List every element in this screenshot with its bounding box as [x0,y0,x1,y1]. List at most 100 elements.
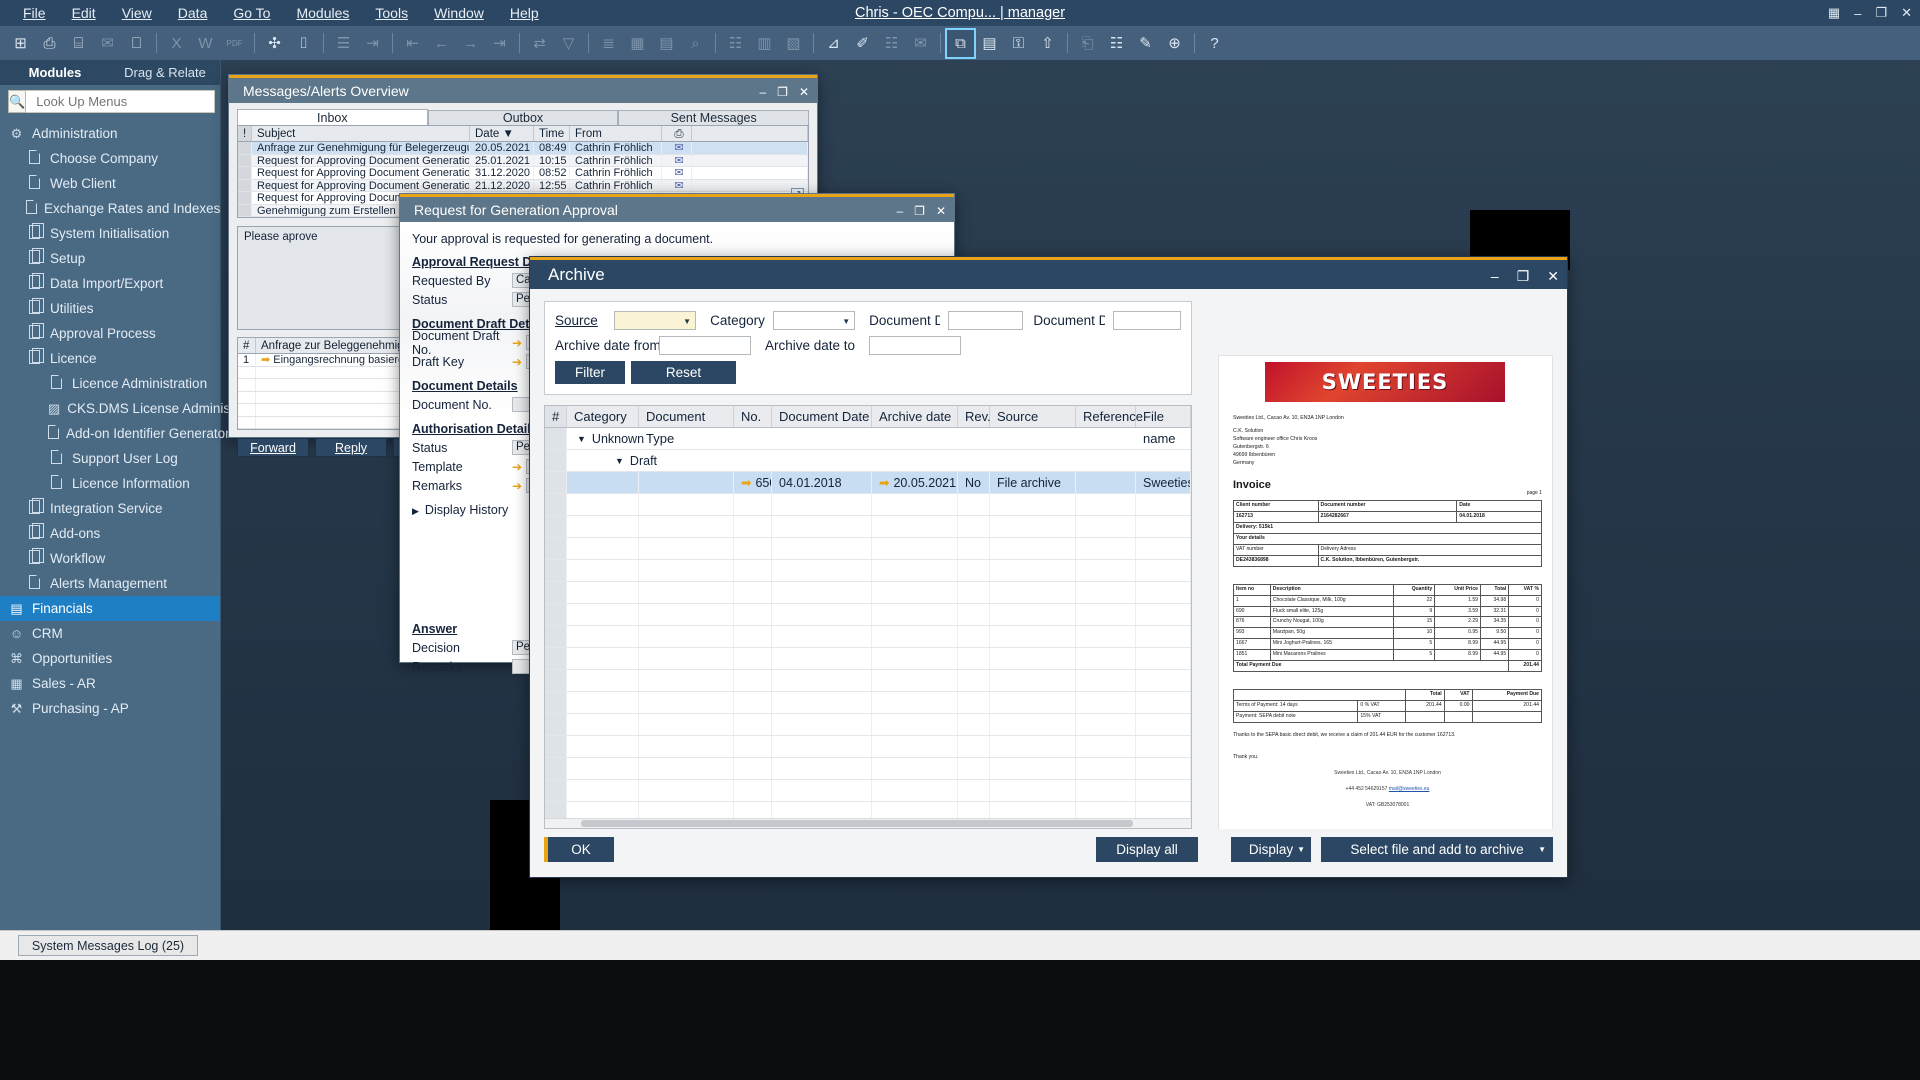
tab-sent-messages[interactable]: Sent Messages [618,110,810,125]
upload-archive-icon[interactable]: ⇧ [1034,30,1061,57]
col-row-number[interactable]: # [545,406,567,427]
table-row[interactable]: Request for Approving Document Generatio… [238,179,808,192]
menu-item-help[interactable]: Help [497,0,552,26]
find-document-icon[interactable]: ⊞ [7,30,34,57]
link-arrow-icon-4[interactable]: ➔ [512,479,522,493]
approval-minimize-icon[interactable]: – [896,204,903,218]
minimize-icon[interactable]: – [1854,6,1861,21]
menu-item-file[interactable]: File [10,0,59,26]
messages-maximize-icon[interactable]: ❐ [777,85,788,99]
archive-date-from-input[interactable] [659,336,751,355]
sidebar-item-crm[interactable]: ☺ CRM [0,621,220,646]
sidebar-item-licence[interactable]: Licence [0,346,220,371]
sidebar-item-alerts-management[interactable]: Alerts Management [0,571,220,596]
display-all-button[interactable]: Display all [1096,837,1198,862]
table-row[interactable]: Request for Approving Document Generatio… [238,154,808,167]
col-no[interactable]: No. [734,406,772,427]
col-time[interactable]: Time [534,126,570,141]
sidebar-item-opportunities[interactable]: ⌘ Opportunities [0,646,220,671]
restore-grid-icon[interactable]: ▦ [1828,5,1840,21]
archive-minimize-icon[interactable]: – [1491,268,1499,284]
col-date[interactable]: Date ▼ [470,126,534,141]
col-document-type[interactable]: Document Type [639,406,734,446]
archive-maximize-icon[interactable]: ❐ [1517,268,1530,285]
tab-modules[interactable]: Modules [0,60,110,85]
print-icon[interactable]: ⎙ [36,30,63,57]
close-icon[interactable]: ✕ [1901,5,1912,21]
sidebar-item-financials[interactable]: ▤ Financials [0,596,220,621]
table-row[interactable]: Request for Approving Document Generatio… [238,167,808,180]
scrollbar-thumb[interactable] [581,820,1133,827]
sidebar-item-add-on-identifier-generator[interactable]: Add-on Identifier Generator [0,421,230,446]
sidebar-item-licence-information[interactable]: Licence Information [0,471,220,496]
sidebar-item-web-client[interactable]: Web Client [0,171,220,196]
group-row-draft[interactable]: ▼ Draft [545,450,1191,472]
document-date-to-input[interactable] [1113,311,1181,330]
sidebar-item-system-initialisation[interactable]: System Initialisation [0,221,220,246]
menu-item-view[interactable]: View [109,0,165,26]
menu-item-edit[interactable]: Edit [59,0,109,26]
web-archive-icon[interactable]: ⊕ [1161,30,1188,57]
sidebar-item-utilities[interactable]: Utilities [0,296,220,321]
sidebar-item-choose-company[interactable]: Choose Company [0,146,220,171]
approval-maximize-icon[interactable]: ❐ [914,204,925,218]
sidebar-item-licence-administration[interactable]: Licence Administration [0,371,220,396]
sidebar-item-data-import-export[interactable]: Data Import/Export [0,271,220,296]
sidebar-item-sales-ar[interactable]: ▦ Sales - AR [0,671,220,696]
reset-button[interactable]: Reset [631,361,736,384]
messages-close-icon[interactable]: ✕ [799,85,809,99]
sidebar-item-setup[interactable]: Setup [0,246,220,271]
print-layout-icon[interactable]: ⎕ [123,30,150,57]
archive-date-to-input[interactable] [869,336,961,355]
sidebar-item-workflow[interactable]: Workflow [0,546,220,571]
system-messages-log-button[interactable]: System Messages Log (25) [18,935,198,956]
tab-outbox[interactable]: Outbox [427,110,619,125]
document-date-from-input[interactable] [947,311,1024,330]
lookup-wrench-icon[interactable]: 🔍 [8,90,27,113]
archive-ok-button[interactable]: OK [544,837,614,862]
group-row-unknown[interactable]: ▼ Unknown [545,428,1191,450]
archive-list-icon[interactable]: ▤ [976,30,1003,57]
col-category[interactable]: Category [567,406,639,427]
approval-close-icon[interactable]: ✕ [936,204,946,218]
query-wizard-icon[interactable]: ✐ [849,30,876,57]
sidebar-item-cks-dms-license-administratic[interactable]: ▨ CKS.DMS License Administratic [0,396,259,421]
search-input[interactable] [26,90,216,113]
col-source[interactable]: Source [990,406,1076,427]
col-document-date[interactable]: Document Date [772,406,872,427]
col-extra[interactable] [692,126,808,141]
col-archive-date[interactable]: Archive date [872,406,958,427]
help-icon[interactable]: ? [1201,30,1228,57]
link-arrow-icon-2[interactable]: ➔ [512,355,522,369]
print-preview-icon[interactable]: ⌸ [65,30,92,57]
group-label[interactable]: ▼ Unknown [567,428,1191,449]
tab-drag-relate[interactable]: Drag & Relate [110,60,220,85]
source-select[interactable]: ▼ [613,311,697,330]
scanner-icon[interactable]: ☷ [1103,30,1130,57]
maximize-icon[interactable]: ❐ [1875,5,1887,21]
col-from[interactable]: From [570,126,662,141]
table-row[interactable]: ➡65004.01.2018➡20.05.2021NoFile archive S… [545,472,1191,494]
col-attachment[interactable]: ⎙ [662,126,692,141]
image-edit-icon[interactable]: ✎ [1132,30,1159,57]
col-file-name[interactable]: File name [1136,406,1191,446]
archive-lock-icon[interactable]: ⚿ [1005,30,1032,57]
sidebar-item-approval-process[interactable]: Approval Process [0,321,220,346]
sidebar-item-purchasing-ap[interactable]: ⚒ Purchasing - AP [0,696,220,721]
link-arrow-icon[interactable]: ➔ [512,336,522,350]
col-subject[interactable]: Subject [252,126,470,141]
select-file-and-add-button[interactable]: Select file and add to archive ▼ [1321,837,1553,862]
sidebar-item-exchange-rates-and-indexes[interactable]: Exchange Rates and Indexes [0,196,220,221]
email-link[interactable]: mail@sweeties.eu [1389,786,1430,792]
col-rev[interactable]: Rev. [958,406,991,427]
display-button[interactable]: Display ▼ [1231,837,1311,862]
archive-horizontal-scrollbar[interactable] [545,818,1191,828]
col-reference[interactable]: Reference [1076,406,1143,427]
sidebar-item-integration-service[interactable]: Integration Service [0,496,220,521]
link-arrow-icon-3[interactable]: ➔ [512,460,522,474]
archive-document-icon[interactable]: ⧉ [945,27,976,59]
lock-layout-icon[interactable]: ⌷ [290,30,317,57]
col-priority[interactable]: ! [238,126,252,141]
menu-item-data[interactable]: Data [165,0,221,26]
category-select[interactable]: ▼ [772,311,856,330]
